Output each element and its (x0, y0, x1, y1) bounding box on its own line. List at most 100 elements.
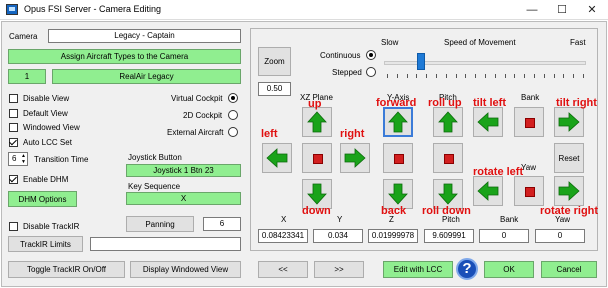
arrow-down-icon (307, 183, 327, 205)
arrow-right-icon (558, 181, 580, 201)
maximize-button[interactable]: ☐ (548, 2, 576, 18)
y-coord-field[interactable]: 0.034 (313, 229, 363, 243)
cancel-button[interactable]: Cancel (541, 261, 597, 278)
bank-stop-button[interactable] (514, 107, 544, 137)
edit-with-lcc-button[interactable]: Edit with LCC (383, 261, 453, 278)
2d-cockpit-radio[interactable] (228, 110, 238, 120)
slider-tick (475, 74, 476, 78)
slider-tick (397, 74, 398, 78)
enable-dhm-label: Enable DHM (23, 175, 69, 184)
arrow-right-icon (558, 112, 580, 132)
close-button[interactable]: ✕ (578, 2, 606, 18)
pitch-up-button[interactable] (433, 107, 463, 137)
stop-icon (313, 154, 323, 164)
xz-stop-button[interactable] (302, 143, 332, 173)
window-title: Opus FSI Server - Camera Editing (24, 4, 162, 14)
next-camera-button[interactable]: >> (314, 261, 364, 278)
auto-lcc-set-checkbox[interactable] (9, 138, 18, 147)
xz-right-button[interactable] (340, 143, 370, 173)
virtual-cockpit-radio[interactable] (228, 93, 238, 103)
slider-tick (563, 74, 564, 78)
y-forward-button[interactable] (383, 107, 413, 137)
title-bar: Opus FSI Server - Camera Editing — ☐ ✕ (0, 0, 608, 20)
disable-view-checkbox[interactable] (9, 94, 18, 103)
slider-ticks (384, 74, 586, 79)
slider-tick (436, 74, 437, 78)
assign-aircraft-button[interactable]: Assign Aircraft Types to the Camera (8, 49, 241, 64)
help-icon[interactable]: ? (456, 258, 478, 280)
camera-name-input[interactable]: Legacy - Captain (48, 29, 241, 43)
stepper-arrows-icon[interactable]: ▲ ▼ (21, 153, 26, 165)
panning-button[interactable]: Panning (126, 216, 194, 232)
yaw-stop-button[interactable] (514, 176, 544, 206)
2d-cockpit-label: 2D Cockpit (183, 111, 223, 120)
slider-thumb[interactable] (417, 53, 425, 70)
external-aircraft-radio[interactable] (228, 127, 238, 137)
xz-up-button[interactable] (302, 107, 332, 137)
panning-value-field[interactable]: 6 (203, 217, 241, 231)
yaw-coord-field[interactable]: 0 (535, 229, 585, 243)
y-stop-button[interactable] (383, 143, 413, 173)
display-windowed-view-button[interactable]: Display Windowed View (130, 261, 241, 278)
bank-coord-field[interactable]: 0 (479, 229, 529, 243)
windowed-view-checkbox[interactable] (9, 123, 18, 132)
slider-tick (534, 74, 535, 78)
arrow-up-icon (388, 111, 408, 133)
joystick-button-field[interactable]: Joystick 1 Btn 23 (126, 164, 241, 177)
stop-icon (444, 154, 454, 164)
arrow-up-icon (438, 111, 458, 133)
key-sequence-field[interactable]: X (126, 192, 241, 205)
annotation-roll-up: roll up (428, 97, 462, 109)
toggle-trackir-button[interactable]: Toggle TrackIR On/Off (8, 261, 125, 278)
stop-icon (525, 118, 535, 128)
continuous-radio[interactable] (366, 50, 376, 60)
annotation-rotate-left: rotate left (473, 166, 524, 178)
annotation-rotate-right: rotate right (540, 205, 599, 217)
windowed-view-label: Windowed View (23, 123, 80, 132)
zoom-button[interactable]: Zoom (258, 47, 291, 76)
annotation-roll-down: roll down (422, 205, 471, 217)
enable-dhm-checkbox[interactable] (9, 175, 18, 184)
key-sequence-label: Key Sequence (128, 182, 181, 191)
arrow-down-icon (388, 183, 408, 205)
slider-tick (387, 74, 388, 78)
z-coord-field[interactable]: 0.01999978 (368, 229, 418, 243)
minimize-button[interactable]: — (518, 2, 546, 18)
annotation-back: back (381, 205, 407, 217)
slider-tick (485, 74, 486, 78)
pitch-coord-field[interactable]: 9.609991 (424, 229, 474, 243)
yaw-right-button[interactable] (554, 176, 584, 206)
stop-icon (394, 154, 404, 164)
stepped-label: Stepped (332, 68, 362, 77)
pitch-stop-button[interactable] (433, 143, 463, 173)
x-coord-field[interactable]: 0.08423341 (258, 229, 308, 243)
trackir-limits-button[interactable]: TrackIR Limits (8, 236, 83, 252)
yaw-header: Yaw (521, 163, 536, 172)
external-aircraft-label: External Aircraft (167, 128, 224, 137)
camera-label: Camera (9, 32, 38, 41)
aircraft-name: RealAir Legacy (52, 69, 241, 84)
slider-tick (514, 74, 515, 78)
aircraft-index: 1 (8, 69, 46, 84)
slider-tick (495, 74, 496, 78)
arrow-right-icon (344, 148, 366, 168)
auto-lcc-set-label: Auto LCC Set (23, 138, 72, 147)
slider-track (384, 61, 586, 65)
stepped-radio[interactable] (366, 67, 376, 77)
annotation-left: left (261, 128, 278, 140)
zoom-value-field[interactable]: 0.50 (258, 82, 291, 96)
bank-right-button[interactable] (554, 107, 584, 137)
ok-button[interactable]: OK (484, 261, 534, 278)
annotation-forward: forward (376, 97, 417, 109)
app-icon (6, 4, 18, 15)
previous-camera-button[interactable]: << (258, 261, 308, 278)
xz-left-button[interactable] (262, 143, 292, 173)
bank-left-button[interactable] (473, 107, 503, 137)
yaw-left-button[interactable] (473, 176, 503, 206)
dhm-options-button[interactable]: DHM Options (8, 191, 77, 207)
disable-trackir-checkbox[interactable] (9, 222, 18, 231)
reset-button[interactable]: Reset (554, 143, 584, 173)
speed-slider[interactable] (384, 47, 586, 81)
default-view-checkbox[interactable] (9, 109, 18, 118)
slider-tick (524, 74, 525, 78)
